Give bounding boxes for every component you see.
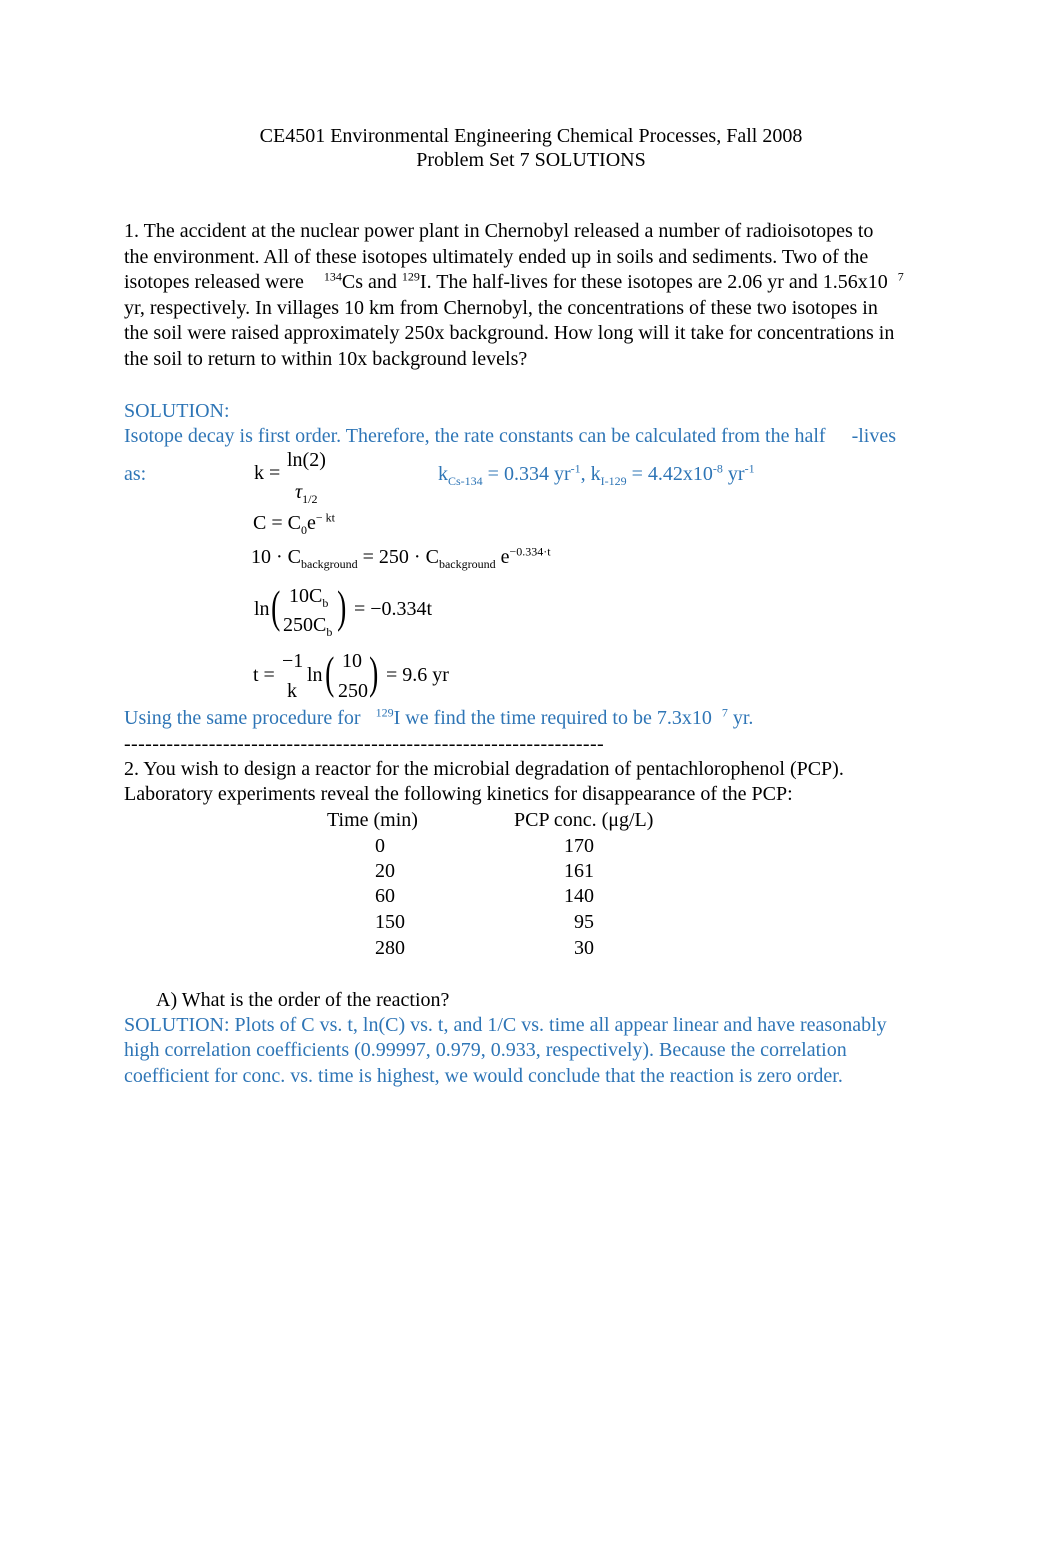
- eq-numerator: 10: [342, 650, 362, 672]
- text: 250C: [283, 614, 327, 636]
- table-cell-conc: 95: [574, 911, 594, 933]
- document-subtitle: Problem Set 7 SOLUTIONS: [416, 149, 646, 171]
- text: half-lives for these isotopes are 2.06 y…: [472, 271, 888, 293]
- superscript: -1: [570, 461, 581, 476]
- problem-2-line: Laboratory experiments reveal the follow…: [124, 783, 793, 805]
- isotope-mass: 134: [323, 269, 342, 284]
- text: , k: [580, 463, 601, 485]
- right-paren: ): [337, 581, 347, 632]
- problem-1-line: isotopes released were 134Cs and 129I. T…: [124, 270, 904, 295]
- table-cell-time: 20: [375, 860, 395, 882]
- eq-lhs: k =: [254, 462, 281, 484]
- exponent: 7: [897, 269, 904, 284]
- superscript: −0.334·t: [509, 544, 551, 559]
- solution-a-line: coefficient for conc. vs. time is highes…: [124, 1065, 843, 1087]
- subscript: b: [326, 625, 333, 639]
- text: Using the same procedure for: [124, 707, 361, 729]
- isotope-mass: 129: [401, 269, 420, 284]
- subscript: 1/2: [302, 492, 318, 506]
- left-paren: (: [325, 647, 335, 698]
- table-cell-time: 60: [375, 885, 395, 907]
- eq-lhs: t =: [253, 664, 275, 686]
- text: = 0.334 yr: [482, 463, 571, 485]
- isotope-symbol: Cs and: [341, 271, 397, 293]
- problem-1-line: the soil were raised approximately 250x …: [124, 322, 895, 344]
- table-cell-time: 0: [375, 835, 385, 857]
- solution-a-line: high correlation coefficients (0.99997, …: [124, 1039, 847, 1061]
- equation-first-order: C = C0e− kt: [253, 510, 335, 536]
- left-paren: (: [271, 581, 281, 632]
- solution-conclusion: Using the same procedure for 129I we fin…: [124, 706, 753, 731]
- eq-rhs: = 9.6 yr: [386, 664, 449, 686]
- document-title: CE4501 Environmental Engineering Chemica…: [259, 125, 803, 147]
- subscript: background: [438, 557, 496, 571]
- eq-denominator: 250Cb: [283, 614, 333, 639]
- divider: ----------------------------------------…: [124, 733, 605, 755]
- rate-constants: kCs-134 = 0.334 yr-1, kI-129 = 4.42x10-8…: [438, 462, 755, 487]
- table-cell-time: 280: [375, 937, 405, 959]
- solution-intro: Isotope decay is first order. Therefore,…: [124, 424, 896, 449]
- text: = 4.42x10: [626, 463, 713, 485]
- isotope-mass: 129: [375, 705, 394, 720]
- text: 10 · C: [251, 546, 301, 568]
- subscript: I-129: [600, 474, 627, 488]
- problem-1-line: 1. The accident at the nuclear power pla…: [124, 220, 874, 242]
- right-paren: ): [369, 647, 379, 698]
- text: C = C: [253, 512, 301, 534]
- question-a: A) What is the order of the reaction?: [156, 989, 450, 1011]
- problem-1-line: yr, respectively. In villages 10 km from…: [124, 297, 878, 319]
- eq-denominator: 250: [338, 680, 368, 702]
- eq-rhs: = −0.334t: [354, 598, 433, 620]
- subscript: b: [322, 596, 329, 610]
- superscript: − kt: [315, 510, 335, 525]
- isotope-symbol: I. The: [419, 271, 468, 293]
- text: I we find the time required to be 7.3x10: [393, 707, 712, 729]
- text: e: [495, 546, 510, 568]
- text: isotopes released were: [124, 271, 304, 293]
- text: = 250 · C: [357, 546, 439, 568]
- subscript: Cs-134: [448, 474, 483, 488]
- text: Isotope decay is first order. Therefore,…: [124, 425, 826, 447]
- problem-1-line: the soil to return to within 10x backgro…: [124, 348, 528, 370]
- table-header-conc: PCP conc. (μg/L): [514, 809, 654, 831]
- equation-background: 10 · Cbackground = 250 · Cbackground e−0…: [251, 544, 551, 571]
- ln-text: ln: [307, 664, 323, 686]
- eq-denominator: k: [287, 680, 297, 702]
- subscript: background: [301, 557, 358, 571]
- ln-text: ln: [254, 598, 270, 620]
- superscript: -1: [744, 461, 755, 476]
- text: e: [306, 512, 316, 534]
- table-cell-time: 150: [375, 911, 405, 933]
- text: -lives: [851, 425, 896, 447]
- eq-numerator: 10Cb: [289, 585, 329, 610]
- table-cell-conc: 161: [564, 860, 594, 882]
- eq-denominator: τ1/2: [295, 481, 318, 506]
- table-cell-conc: 30: [574, 937, 594, 959]
- solution-as: as:: [124, 463, 147, 485]
- text: 10C: [289, 585, 323, 607]
- eq-numerator: −1: [282, 650, 304, 672]
- problem-1-line: the environment. All of these isotopes u…: [124, 246, 869, 268]
- text: yr: [722, 463, 745, 485]
- problem-2-line: 2. You wish to design a reactor for the …: [124, 758, 844, 780]
- superscript: -8: [712, 461, 723, 476]
- solution-a-line: SOLUTION: Plots of C vs. t, ln(C) vs. t,…: [124, 1014, 887, 1036]
- text: k: [438, 463, 448, 485]
- table-header-time: Time (min): [327, 809, 418, 831]
- eq-numerator: ln(2): [287, 449, 326, 471]
- table-cell-conc: 140: [564, 885, 594, 907]
- table-cell-conc: 170: [564, 835, 594, 857]
- solution-label: SOLUTION:: [124, 400, 230, 422]
- text: yr.: [727, 707, 754, 729]
